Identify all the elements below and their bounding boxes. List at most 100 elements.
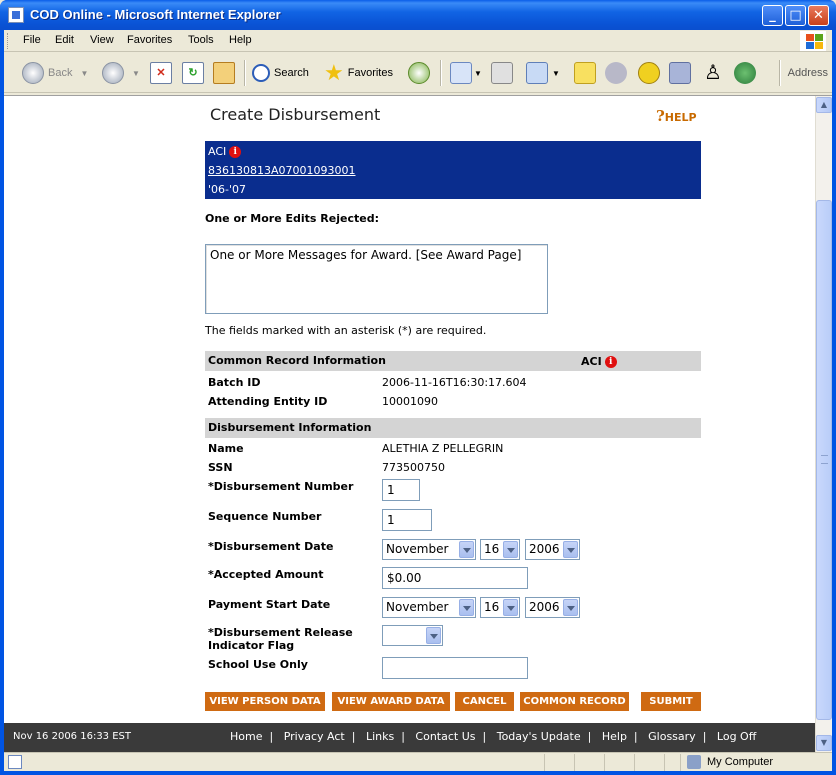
accepted-amount-label: *Accepted Amount [208,568,324,581]
payment-day-select[interactable]: 16 [480,597,520,618]
mail-button[interactable]: ▼ [450,59,482,87]
disbursement-day-select[interactable]: 16 [480,539,520,560]
messenger-yahoo-button[interactable] [638,59,660,87]
footer-link-contact-us[interactable]: Contact Us [415,730,475,743]
footer-link-links[interactable]: Links [366,730,394,743]
minimize-button[interactable]: _ [762,5,783,26]
release-flag-select[interactable] [382,625,443,646]
common-record-button[interactable]: COMMON RECORD [520,692,629,711]
printer-icon [491,62,513,84]
info-icon[interactable]: i [229,146,242,158]
research-button[interactable] [669,59,691,87]
view-award-data-button[interactable]: VIEW AWARD DATA [332,692,450,711]
ssn-label: SSN [208,461,233,474]
common-record-header: Common Record Information ACI i [205,351,701,371]
messenger-icon [734,62,756,84]
help-icon: ? [656,107,665,125]
required-note: The fields marked with an asterisk (*) a… [205,324,487,337]
scroll-thumb[interactable] [816,200,832,720]
entity-id-value: 10001090 [382,395,438,408]
star-icon: ★ [324,60,344,85]
footer-link-help[interactable]: Help [602,730,627,743]
award-program: ACI i [208,145,242,158]
home-button[interactable] [213,59,239,87]
chevron-down-icon [426,627,441,644]
batch-id-label: Batch ID [208,376,261,389]
action-buttons: VIEW PERSON DATA VIEW AWARD DATA CANCEL … [205,692,701,711]
media-button[interactable] [605,59,627,87]
entity-id-label: Attending Entity ID [208,395,328,408]
running-man-icon: ♙ [704,62,722,84]
payment-month-select[interactable]: November [382,597,476,618]
menu-edit[interactable]: Edit [55,34,74,46]
forward-button[interactable]: ▼ [102,59,140,87]
messenger-button[interactable] [734,59,756,87]
back-button[interactable]: Back ▼ [22,59,88,87]
footer-link-privacy-act[interactable]: Privacy Act [284,730,345,743]
page-footer: Nov 16 2006 16:33 EST Home | Privacy Act |… [4,723,832,752]
menu-help[interactable]: Help [229,34,252,46]
cancel-button[interactable]: CANCEL [455,692,514,711]
footer-link-glossary[interactable]: Glossary [648,730,696,743]
vertical-scrollbar[interactable]: ▲ ▼ [815,96,832,752]
award-id-link[interactable]: 836130813A07001093001 [208,164,356,177]
history-button[interactable] [408,59,434,87]
menu-view[interactable]: View [90,34,114,46]
maximize-button[interactable]: □ [785,5,806,26]
chevron-down-icon [503,541,518,558]
chevron-down-icon [503,599,518,616]
print-button[interactable] [491,59,513,87]
menu-tools[interactable]: Tools [188,34,214,46]
messages-box[interactable]: One or More Messages for Award. [See Awa… [205,244,548,314]
mail-icon [450,62,472,84]
footer-link-todays-update[interactable]: Today's Update [497,730,581,743]
ssn-value: 773500750 [382,461,445,474]
scroll-up-icon[interactable]: ▲ [816,97,832,113]
help-link[interactable]: ?HELP [656,107,697,125]
close-button[interactable]: ✕ [808,5,829,26]
school-use-input[interactable] [382,657,528,679]
discuss-button[interactable] [574,59,596,87]
refresh-button[interactable]: ↻ [182,59,208,87]
name-label: Name [208,442,244,455]
disbursement-number-input[interactable]: 1 [382,479,420,501]
chevron-down-icon [459,599,474,616]
toolbar: Back ▼ ▼ ✕ ↻ Search ★ Favorites ▼ ▼ ♙ Ad… [4,53,832,93]
info-icon[interactable]: i [604,356,617,368]
browser-window: COD Online - Microsoft Internet Explorer… [0,0,836,775]
disbursement-month-select[interactable]: November [382,539,476,560]
page-title: Create Disbursement [210,105,381,124]
forward-arrow-icon [102,62,124,84]
menu-file[interactable]: File [23,34,41,46]
back-arrow-icon [22,62,44,84]
footer-link-log-off[interactable]: Log Off [717,730,756,743]
footer-link-home[interactable]: Home [230,730,262,743]
view-person-data-button[interactable]: VIEW PERSON DATA [205,692,325,711]
menu-favorites[interactable]: Favorites [127,34,172,46]
aim-button[interactable]: ♙ [702,59,724,87]
sequence-number-input[interactable]: 1 [382,509,432,531]
stop-button[interactable]: ✕ [150,59,176,87]
common-record-program: ACI i [581,355,617,368]
submit-button[interactable]: SUBMIT [641,692,701,711]
award-summary-box: ACI i 836130813A07001093001 '06-'07 [205,141,701,199]
research-icon [669,62,691,84]
disbursement-year-select[interactable]: 2006 [525,539,580,560]
name-value: ALETHIA Z PELLEGRIN [382,442,504,455]
scroll-down-icon[interactable]: ▼ [816,735,832,751]
school-use-label: School Use Only [208,658,308,671]
smiley-icon [638,62,660,84]
edit-button[interactable]: ▼ [526,59,560,87]
payment-year-select[interactable]: 2006 [525,597,580,618]
media-icon [605,62,627,84]
disbursement-date-label: *Disbursement Date [208,540,334,553]
title-bar: COD Online - Microsoft Internet Explorer… [0,0,836,30]
edits-rejected-label: One or More Edits Rejected: [205,212,379,225]
disbursement-number-label: *Disbursement Number [208,480,354,493]
release-flag-label: *Disbursement Release Indicator Flag [208,626,353,652]
award-year: '06-'07 [208,183,247,196]
search-button[interactable]: Search [252,59,309,87]
accepted-amount-input[interactable]: $0.00 [382,567,528,589]
favorites-button[interactable]: ★ Favorites [324,59,393,87]
menu-bar: File Edit View Favorites Tools Help [4,30,832,52]
